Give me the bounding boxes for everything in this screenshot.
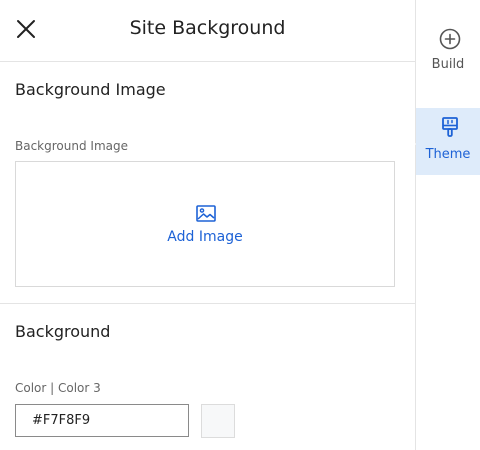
add-image-label[interactable]: Add Image: [16, 229, 394, 245]
section-divider: [0, 303, 415, 304]
panel-title: Site Background: [129, 17, 286, 39]
nav-label-build: Build: [431, 57, 465, 72]
add-image-dropzone[interactable]: Add Image: [15, 161, 395, 287]
background-section-title: Background: [15, 322, 111, 341]
nav-item-theme[interactable]: Theme: [416, 108, 480, 175]
paintbrush-icon: [442, 117, 458, 137]
color-swatch[interactable]: [201, 404, 235, 438]
side-nav: Build Theme: [416, 0, 480, 450]
image-icon: [196, 205, 216, 222]
panel-header: Site Background: [0, 0, 415, 62]
color-hex-input[interactable]: [15, 404, 189, 437]
background-image-section-title: Background Image: [15, 80, 166, 99]
plus-circle-icon: [439, 28, 461, 50]
color-field-label: Color | Color 3: [15, 381, 101, 395]
nav-item-build[interactable]: Build: [416, 16, 480, 82]
nav-label-theme: Theme: [425, 147, 471, 162]
active-nav-pointer: [408, 136, 416, 152]
background-image-field-label: Background Image: [15, 139, 128, 153]
site-background-panel: Site Background Background Image Backgro…: [0, 0, 416, 450]
